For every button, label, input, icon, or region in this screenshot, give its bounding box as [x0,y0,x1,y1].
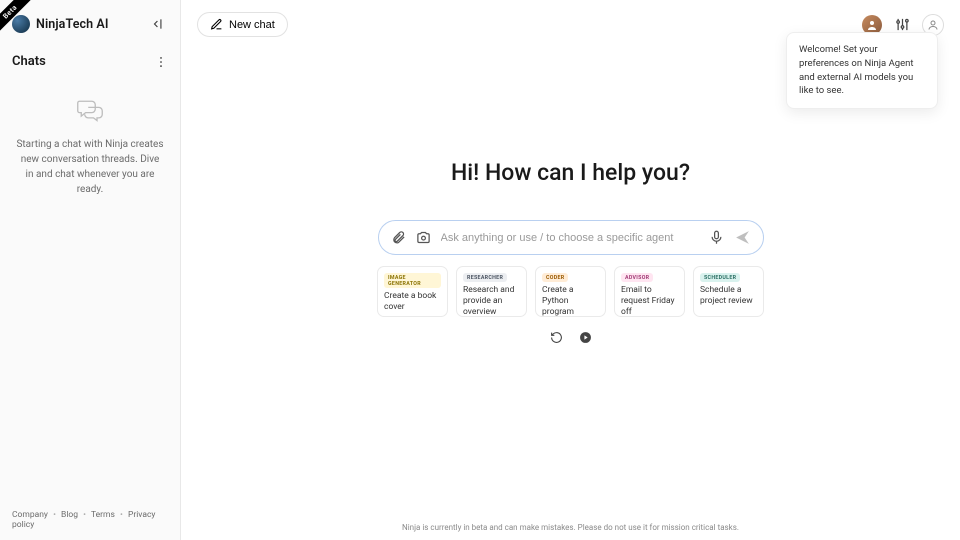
footer-link-blog[interactable]: Blog [61,510,78,520]
prompt-input[interactable] [441,232,699,244]
edit-icon [210,18,223,31]
more-vertical-icon [154,55,168,69]
chats-header: Chats [0,44,180,75]
chats-title: Chats [12,54,46,69]
card-tag: CODER [542,273,568,282]
card-text: Schedule a project review [700,285,757,307]
send-icon [734,229,751,246]
mic-button[interactable] [709,230,724,245]
chat-bubbles-icon [76,97,104,127]
play-circle-icon [579,331,592,344]
sliders-icon [895,17,910,32]
camera-icon [416,230,431,245]
collapse-icon [151,17,165,31]
card-tag: ADVISOR [621,273,653,282]
avatar-icon [866,19,878,31]
suggestion-card-4[interactable]: SCHEDULER Schedule a project review [693,266,764,317]
new-chat-button[interactable]: New chat [197,12,288,37]
sidebar-header: NinjaTech AI [0,0,180,44]
slider-controls [550,331,592,344]
brand: NinjaTech AI [12,15,109,33]
card-text: Create a book cover [384,291,441,313]
sidebar-empty-state: Starting a chat with Ninja creates new c… [0,75,180,219]
suggestion-card-1[interactable]: RESEARCHER Research and provide an overvi… [456,266,527,317]
main: New chat Welcome! Set your preferences o… [181,0,960,540]
mic-icon [709,230,724,245]
suggestion-card-row: IMAGE GENERATOR Create a book cover RESEAR… [377,266,764,317]
camera-button[interactable] [416,230,431,245]
attachment-button[interactable] [391,230,406,245]
send-button[interactable] [734,229,751,246]
disclaimer: Ninja is currently in beta and can make … [181,523,960,532]
person-icon [927,19,939,31]
brand-logo-icon [12,15,30,33]
card-text: Create a Python program [542,285,599,318]
prompt-box [378,220,764,255]
new-chat-label: New chat [229,19,275,31]
refresh-button[interactable] [550,331,563,344]
card-tag: SCHEDULER [700,273,740,282]
card-tag: IMAGE GENERATOR [384,273,441,288]
card-text: Research and provide an overview [463,285,520,318]
collapse-sidebar-button[interactable] [148,14,168,34]
sidebar-footer: Company • Blog • Terms • Privacy policy [0,500,180,540]
suggestion-card-2[interactable]: CODER Create a Python program [535,266,606,317]
card-tag: RESEARCHER [463,273,507,282]
suggestion-card-3[interactable]: ADVISOR Email to request Friday off [614,266,685,317]
sidebar-empty-text: Starting a chat with Ninja creates new c… [16,137,164,197]
footer-link-terms[interactable]: Terms [91,510,115,520]
sidebar: NinjaTech AI Chats Starting a chat with … [0,0,181,540]
chats-more-button[interactable] [154,55,168,69]
brand-name: NinjaTech AI [36,17,109,32]
greeting-heading: Hi! How can I help you? [451,159,690,186]
paperclip-icon [391,230,406,245]
next-button[interactable] [579,331,592,344]
center-area: Hi! How can I help you? IMAGE GENERATOR C… [181,49,960,540]
footer-link-company[interactable]: Company [12,510,48,520]
refresh-icon [550,331,563,344]
card-text: Email to request Friday off [621,285,678,318]
suggestion-card-0[interactable]: IMAGE GENERATOR Create a book cover [377,266,448,317]
preferences-tooltip: Welcome! Set your preferences on Ninja A… [786,32,938,109]
